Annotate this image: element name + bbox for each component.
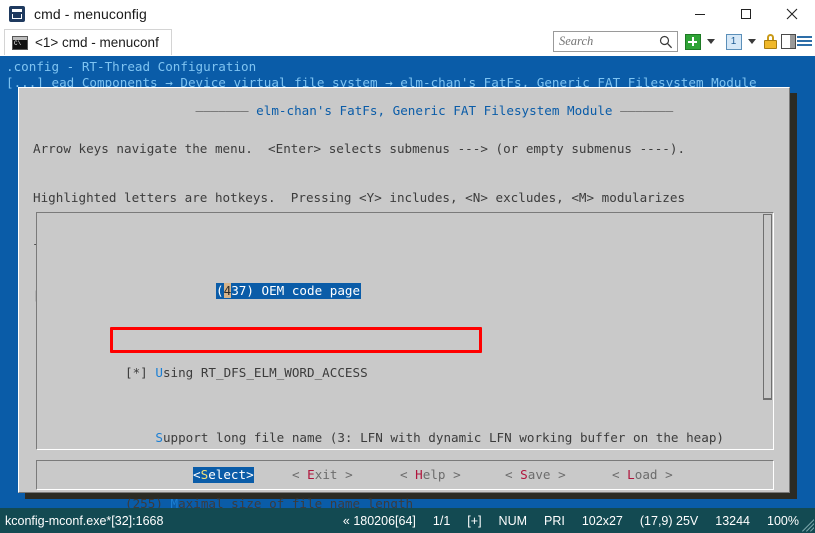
status-process: kconfig-mconf.exe*[32]:1668 — [5, 513, 164, 528]
menu-item-bracket: [*] — [125, 364, 156, 380]
menu-dialog: ——————— elm-chan's FatFs, Generic FAT Fi… — [18, 87, 790, 508]
chevron-down-icon — [706, 39, 715, 44]
status-right-group: « 180206[64] 1/1 [+] NUM PRI 102x27 (17,… — [326, 514, 799, 528]
button-bracket: < — [193, 467, 201, 482]
layout-dropdown-button[interactable] — [745, 31, 758, 52]
new-tab-plus-icon — [684, 33, 701, 50]
list-item[interactable]: (437) OEM code page — [125, 266, 724, 315]
search-input[interactable] — [554, 33, 654, 50]
status-pages: 1/1 — [432, 513, 451, 528]
button-bracket: < — [612, 467, 628, 482]
button-label-load: oad > — [634, 467, 673, 482]
help-line: Arrow keys navigate the menu. <Enter> se… — [33, 140, 686, 156]
status-modified: [+] — [467, 513, 482, 528]
menuconfig-window: cmd - menuconfig <1> cmd - menuconf — [0, 0, 815, 533]
hotkey-letter: H — [415, 467, 423, 482]
lock-button[interactable] — [762, 31, 779, 52]
select-button[interactable]: <Select> — [193, 467, 254, 483]
menu-item-text-lfn: upport long file name (3: LFN with dynam… — [162, 430, 725, 446]
status-zoom: 100% — [767, 513, 799, 528]
hotkey-letter: U — [155, 364, 163, 380]
resize-grip[interactable] — [800, 518, 814, 532]
layout-selector-button[interactable]: 1 — [724, 31, 743, 52]
hotkey-letter: L — [627, 467, 635, 482]
status-cursor: (17,9) 25V — [639, 513, 699, 528]
exit-button[interactable]: < Exit > — [292, 467, 353, 483]
menu-item-indent — [125, 430, 155, 445]
menu-item-value: (255) — [125, 495, 171, 508]
save-button[interactable]: < Save > — [505, 467, 566, 483]
terminal-screen[interactable]: .config - RT-Thread Configuration [...] … — [0, 56, 815, 508]
hotkey-letter: E — [307, 467, 315, 482]
console-app-icon — [9, 6, 25, 22]
dialog-button-bar: <Select> < Exit > < Help > < Save > < Lo… — [36, 460, 774, 490]
status-priority: PRI — [544, 513, 565, 528]
menu-item-text-maxname: aximal size of file name length — [178, 495, 414, 508]
new-tab-plus-button[interactable] — [683, 31, 702, 52]
load-button[interactable]: < Load > — [612, 467, 673, 483]
list-scrollbar[interactable] — [763, 214, 772, 448]
menu-button[interactable] — [796, 31, 813, 52]
menu-item-text-word-access: sing RT_DFS_ELM_WORD_ACCESS — [162, 364, 368, 380]
status-bar: kconfig-mconf.exe*[32]:1668 « 180206[64]… — [0, 508, 815, 533]
window-title: cmd - menuconfig — [34, 6, 147, 22]
help-line: Highlighted letters are hotkeys. Pressin… — [33, 190, 686, 206]
layout-one-icon: 1 — [725, 33, 742, 50]
menu-item-paren-open: ( — [216, 282, 224, 298]
status-chars: 13244 — [715, 513, 751, 528]
config-title-line: .config - RT-Thread Configuration — [6, 59, 257, 74]
scrollbar-thumb[interactable] — [763, 214, 772, 400]
tab-cmd-menuconf[interactable]: <1> cmd - menuconf — [4, 29, 172, 55]
button-label-exit: xit > — [314, 467, 353, 482]
list-item[interactable]: [*] Using RT_DFS_ELM_WORD_ACCESS — [125, 365, 724, 381]
tab-label: <1> cmd - menuconf — [35, 35, 159, 50]
close-button[interactable] — [769, 0, 815, 28]
status-numlock: NUM — [498, 513, 528, 528]
list-item[interactable]: (255) Maximal size of file name length — [125, 496, 724, 508]
search-icon[interactable] — [659, 35, 673, 54]
button-bracket: < — [400, 467, 416, 482]
button-bracket: < — [292, 467, 308, 482]
console-icon — [12, 35, 28, 50]
hamburger-menu-icon — [797, 36, 812, 47]
menu-item-oem-code-page[interactable]: (437) OEM code page — [216, 282, 362, 300]
maximize-button[interactable] — [723, 0, 769, 28]
status-build: « 180206[64] — [342, 513, 416, 528]
button-label-save: ave > — [527, 467, 566, 482]
scrollbar-track[interactable] — [763, 398, 772, 448]
minimize-button[interactable] — [677, 0, 723, 28]
hotkey-letter: S — [520, 467, 528, 482]
button-label-help: elp > — [422, 467, 461, 482]
menu-list[interactable]: (437) OEM code page [*] Using RT_DFS_ELM… — [36, 212, 774, 508]
button-bracket: < — [505, 467, 521, 482]
panel-toggle-button[interactable] — [780, 31, 797, 52]
new-tab-dropdown-button[interactable] — [704, 31, 717, 52]
help-button[interactable]: < Help > — [400, 467, 461, 483]
search-box[interactable] — [553, 31, 678, 52]
status-size: 102x27 — [581, 513, 623, 528]
menu-item-text-oem: 37) OEM code page — [231, 282, 361, 298]
tab-toolbar-row: <1> cmd - menuconf 1 — [0, 28, 815, 56]
panel-toggle-icon — [781, 34, 796, 49]
title-bar: cmd - menuconfig — [0, 0, 815, 28]
list-item[interactable]: Support long file name (3: LFN with dyna… — [125, 430, 724, 446]
lock-icon — [764, 34, 777, 49]
window-controls — [677, 0, 815, 28]
hotkey-letter: M — [170, 495, 179, 508]
button-label-select: elect> — [208, 467, 254, 482]
chevron-down-icon — [747, 39, 756, 44]
hotkey-letter: S — [155, 430, 163, 446]
